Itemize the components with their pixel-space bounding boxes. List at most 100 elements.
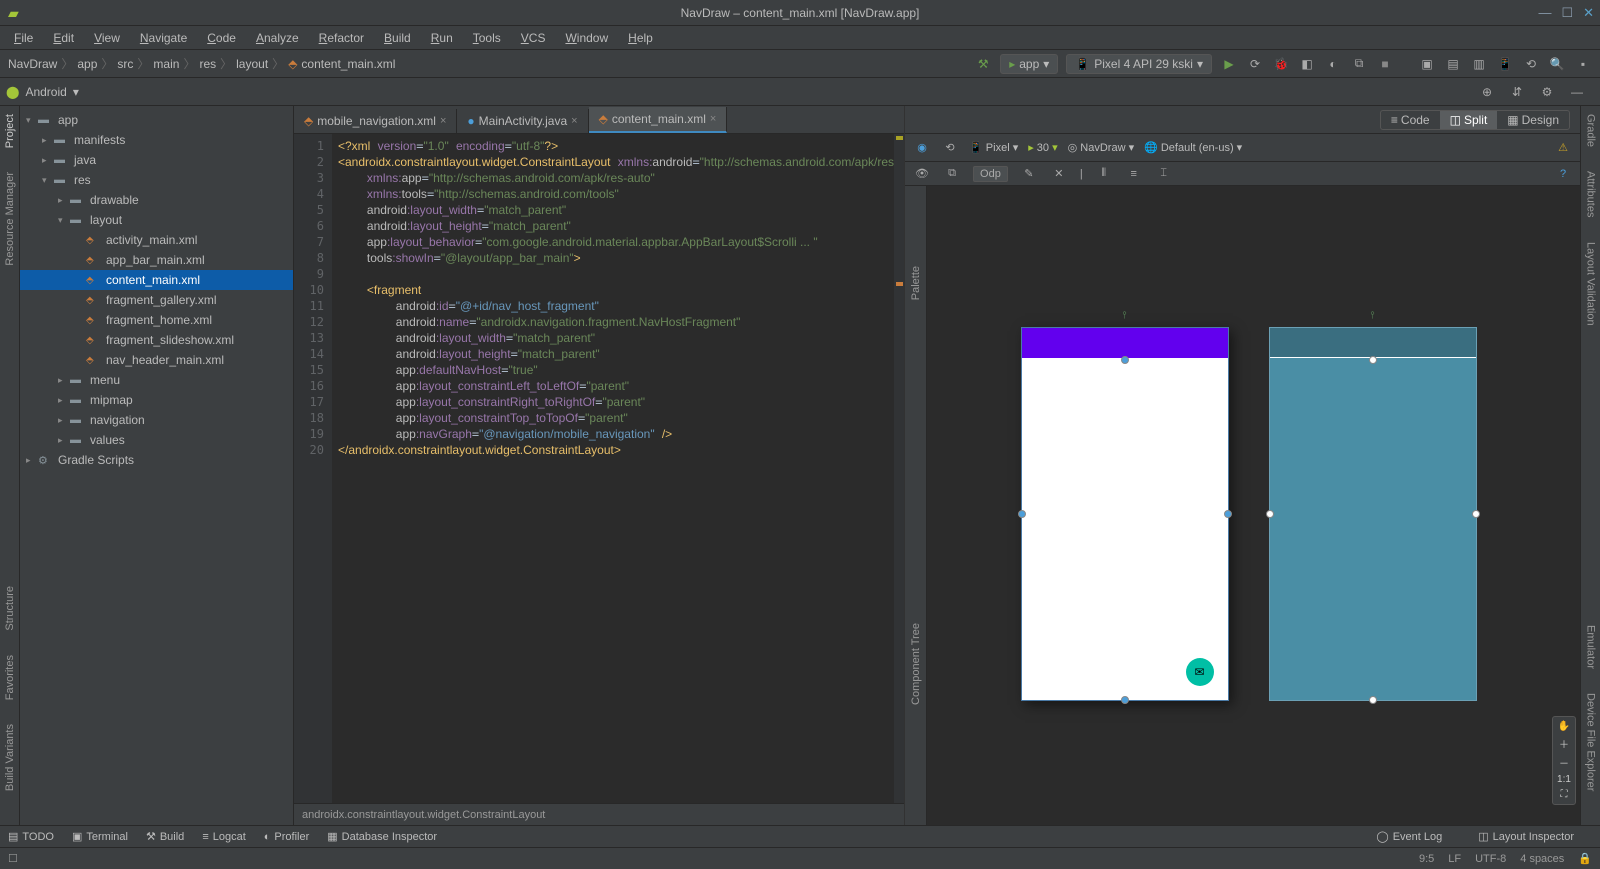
breadcrumb-segment[interactable]: app: [77, 57, 97, 71]
profiler-tab[interactable]: ◐ Profiler: [264, 831, 310, 843]
device-file-explorer-tab[interactable]: Device File Explorer: [1585, 693, 1597, 791]
build-tab[interactable]: ⚒ Build: [146, 830, 184, 843]
editor-tab[interactable]: ⬘ content_main.xml ×: [589, 107, 728, 133]
menu-refactor[interactable]: Refactor: [311, 29, 372, 47]
sync-gradle-icon[interactable]: ⟲: [1522, 55, 1540, 73]
device-manager-icon[interactable]: 📱: [1496, 55, 1514, 73]
minimize-button[interactable]: —: [1538, 5, 1551, 21]
tree-node[interactable]: ▸▬mipmap: [20, 390, 293, 410]
run-button[interactable]: ▶: [1220, 55, 1238, 73]
logcat-tab[interactable]: ≡ Logcat: [202, 831, 245, 843]
blueprint-preview[interactable]: [1269, 327, 1477, 701]
attach-debugger-icon[interactable]: ⧉: [1350, 55, 1368, 73]
palette-tab[interactable]: Palette: [910, 266, 922, 300]
debug-button[interactable]: 🐞: [1272, 55, 1290, 73]
menu-file[interactable]: File: [6, 29, 41, 47]
code-editor[interactable]: <?xml version="1.0" encoding="utf-8"?> <…: [332, 134, 894, 803]
breadcrumb-segment[interactable]: NavDraw: [8, 57, 57, 71]
project-view-chevron-icon[interactable]: ▾: [73, 85, 79, 99]
help-icon[interactable]: ?: [1554, 165, 1572, 183]
tree-node[interactable]: ▾▬layout: [20, 210, 293, 230]
attributes-tab[interactable]: Attributes: [1585, 171, 1597, 217]
layout-inspector-icon[interactable]: ▥: [1470, 55, 1488, 73]
line-ending[interactable]: LF: [1448, 853, 1461, 865]
locale-picker[interactable]: 🌐 Default (en-us) ▾: [1144, 141, 1242, 154]
close-window-button[interactable]: ✕: [1583, 5, 1594, 21]
breadcrumb-segment[interactable]: main: [153, 57, 179, 71]
menu-vcs[interactable]: VCS: [513, 29, 554, 47]
profiler-icon[interactable]: ◐: [1324, 55, 1342, 73]
breadcrumb-segment[interactable]: content_main.xml: [301, 57, 395, 71]
design-surface-icon[interactable]: ◉: [913, 139, 931, 157]
menu-view[interactable]: View: [86, 29, 128, 47]
editor-tab[interactable]: ⬘ mobile_navigation.xml ×: [294, 109, 457, 133]
breadcrumb-segment[interactable]: src: [117, 57, 133, 71]
menu-build[interactable]: Build: [376, 29, 419, 47]
zoom-in-button[interactable]: ＋: [1559, 736, 1569, 751]
menu-analyze[interactable]: Analyze: [248, 29, 307, 47]
layout-validation-tab[interactable]: Layout Validation: [1585, 242, 1597, 326]
zoom-out-button[interactable]: －: [1559, 755, 1569, 770]
pack-icon[interactable]: ⫴: [1095, 165, 1113, 183]
menu-help[interactable]: Help: [620, 29, 661, 47]
menu-edit[interactable]: Edit: [45, 29, 82, 47]
clear-constraints-icon[interactable]: ✕: [1050, 165, 1068, 183]
hide-panel-icon[interactable]: —: [1568, 83, 1586, 101]
coverage-icon[interactable]: ◧: [1298, 55, 1316, 73]
project-tool-tab[interactable]: Project: [4, 114, 16, 148]
indent-setting[interactable]: 4 spaces: [1520, 853, 1564, 865]
component-tree-tab[interactable]: Component Tree: [910, 623, 922, 705]
wand-icon[interactable]: ✎: [1020, 165, 1038, 183]
tree-node[interactable]: ▸▬values: [20, 430, 293, 450]
build-variants-tab[interactable]: Build Variants: [4, 724, 16, 791]
emulator-tab[interactable]: Emulator: [1585, 625, 1597, 669]
align-icon[interactable]: ≡: [1125, 165, 1143, 183]
tree-node[interactable]: ⬘content_main.xml: [20, 270, 293, 290]
tree-node[interactable]: ▸▬navigation: [20, 410, 293, 430]
menu-tools[interactable]: Tools: [465, 29, 509, 47]
terminal-tab[interactable]: ▣ Terminal: [72, 830, 128, 843]
caret-position[interactable]: 9:5: [1419, 853, 1434, 865]
design-view-button[interactable]: ▦ Design: [1497, 111, 1569, 129]
theme-picker[interactable]: ◎ NavDraw ▾: [1068, 141, 1134, 154]
design-canvas[interactable]: Palette Component Tree ⫯ ✉: [905, 186, 1580, 825]
eye-icon[interactable]: 👁: [913, 165, 931, 183]
todo-tab[interactable]: ▤ TODO: [8, 830, 54, 843]
menu-code[interactable]: Code: [199, 29, 244, 47]
tree-node[interactable]: ⬘app_bar_main.xml: [20, 250, 293, 270]
project-view-dropdown[interactable]: Android: [25, 85, 66, 99]
apply-changes-icon[interactable]: ⟳: [1246, 55, 1264, 73]
close-tab-icon[interactable]: ×: [440, 115, 446, 127]
breadcrumb-segment[interactable]: res: [199, 57, 216, 71]
tree-node[interactable]: ⬘fragment_gallery.xml: [20, 290, 293, 310]
orientation-icon[interactable]: ⟲: [941, 139, 959, 157]
avd-manager-icon[interactable]: ▣: [1418, 55, 1436, 73]
database-inspector-tab[interactable]: ▦ Database Inspector: [327, 830, 437, 843]
search-everywhere-icon[interactable]: 🔍: [1548, 55, 1566, 73]
tree-node[interactable]: ▸▬java: [20, 150, 293, 170]
editor-breadcrumb[interactable]: androidx.constraintlayout.widget.Constra…: [294, 803, 904, 825]
settings-gear-icon[interactable]: ⚙: [1538, 83, 1556, 101]
pan-button[interactable]: ✋: [1558, 721, 1570, 732]
run-config-selector[interactable]: ▸app▾: [1000, 54, 1058, 74]
zoom-reset-button[interactable]: 1:1: [1557, 774, 1571, 785]
menu-run[interactable]: Run: [423, 29, 461, 47]
tree-node[interactable]: ▾▬app: [20, 110, 293, 130]
tree-node[interactable]: ▸▬manifests: [20, 130, 293, 150]
warnings-icon[interactable]: ⚠: [1554, 139, 1572, 157]
tree-node[interactable]: ▾▬res: [20, 170, 293, 190]
device-picker[interactable]: 📱 Pixel ▾: [969, 141, 1018, 154]
gradle-tab[interactable]: Gradle: [1585, 114, 1597, 147]
event-log-tab[interactable]: ◯ Event Log: [1376, 830, 1442, 843]
resource-manager-tab[interactable]: Resource Manager: [4, 172, 16, 266]
readonly-lock-icon[interactable]: 🔒: [1578, 852, 1592, 865]
tree-node[interactable]: ⬘nav_header_main.xml: [20, 350, 293, 370]
favorites-tab[interactable]: Favorites: [4, 655, 16, 700]
build-hammer-icon[interactable]: ⚒: [974, 55, 992, 73]
tree-node[interactable]: ⬘fragment_home.xml: [20, 310, 293, 330]
guideline-icon[interactable]: ⌶: [1155, 165, 1173, 183]
device-selector[interactable]: 📱Pixel 4 API 29 kski▾: [1066, 54, 1212, 74]
design-preview[interactable]: ✉: [1021, 327, 1229, 701]
tree-node[interactable]: ▸▬menu: [20, 370, 293, 390]
close-tab-icon[interactable]: ×: [710, 113, 716, 125]
